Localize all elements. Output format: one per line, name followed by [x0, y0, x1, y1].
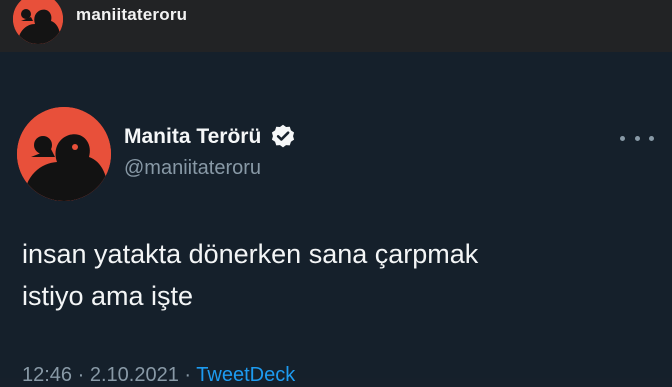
tweet-meta: 12:46 · 2.10.2021 · TweetDeck [22, 364, 295, 387]
tweet-date[interactable]: 2.10.2021 [90, 364, 179, 386]
more-dot [649, 135, 654, 141]
verified-badge-icon [272, 124, 295, 148]
display-name-text: Manita Terörü [124, 125, 262, 148]
tweet-card: Manita Terörü @maniitateroru insan yatak… [0, 52, 672, 386]
more-dot [634, 135, 640, 141]
display-name[interactable]: Manita Terörü [124, 123, 297, 151]
header-username[interactable]: maniitateroru [76, 5, 187, 25]
more-dot [620, 135, 625, 141]
tweet-source-link[interactable]: TweetDeck [196, 364, 295, 386]
avatar-silhouette-icon [13, 0, 63, 44]
tweet-text-line: istiyo ama işte [22, 281, 194, 311]
avatar-silhouette-icon [17, 107, 111, 201]
meta-separator: · [184, 364, 192, 386]
profile-avatar[interactable] [17, 107, 111, 201]
tweet-time[interactable]: 12:46 [22, 364, 72, 386]
header-avatar[interactable] [13, 0, 63, 44]
story-header: maniitateroru [0, 0, 672, 53]
more-options-icon[interactable] [620, 130, 654, 146]
tweet-text-line: insan yatakta dönerken sana çarpmak [22, 239, 479, 269]
meta-separator: · [77, 364, 85, 386]
user-handle[interactable]: @maniitateroru [124, 157, 261, 180]
tweet-text: insan yatakta dönerken sana çarpmak isti… [22, 233, 662, 317]
